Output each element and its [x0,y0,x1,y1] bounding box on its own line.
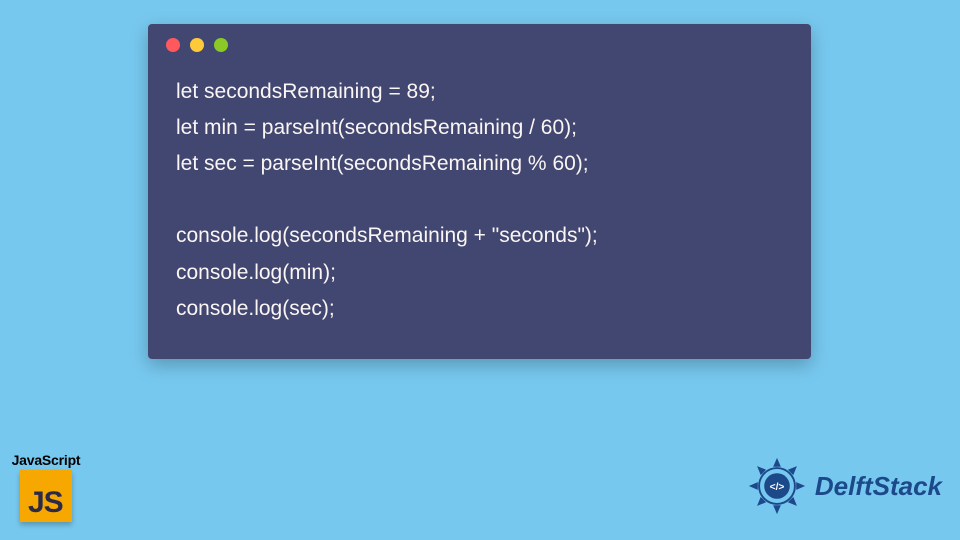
window-titlebar [148,24,811,66]
code-window: let secondsRemaining = 89; let min = par… [148,24,811,359]
javascript-short: JS [28,486,63,520]
delftstack-name: DelftStack [815,471,942,502]
svg-text:</>: </> [769,482,784,493]
zoom-icon [214,38,228,52]
delftstack-brand: </> DelftStack [745,454,942,518]
minimize-icon [190,38,204,52]
javascript-label: JavaScript [6,452,86,468]
close-icon [166,38,180,52]
delftstack-logo-icon: </> [745,454,809,518]
javascript-badge: JavaScript JS [6,452,86,522]
javascript-icon: JS [20,470,72,522]
code-content: let secondsRemaining = 89; let min = par… [148,66,811,339]
